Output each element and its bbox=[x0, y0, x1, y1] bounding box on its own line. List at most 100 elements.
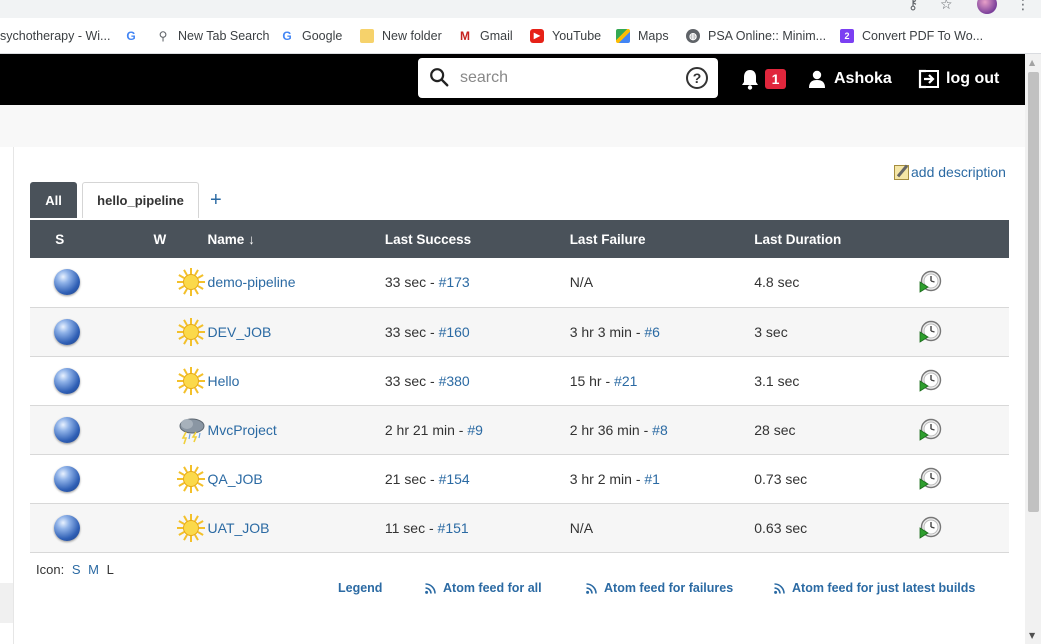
logout-link[interactable]: log out bbox=[918, 67, 999, 91]
run-cell bbox=[918, 307, 1009, 356]
storm-weather-icon[interactable] bbox=[176, 415, 208, 445]
table-row: QA_JOB 21 sec - #154 3 hr 2 min - #1 0.7… bbox=[30, 454, 1009, 503]
gmail-icon: M bbox=[460, 29, 470, 43]
blue-ball-status-icon[interactable] bbox=[54, 416, 81, 443]
rss-feed-icon bbox=[425, 582, 436, 594]
last-success-cell: 33 sec - #160 bbox=[385, 307, 570, 356]
bookmark-psa-online[interactable]: ◍ PSA Online:: Minim... bbox=[686, 27, 826, 45]
job-name-link[interactable]: DEV_JOB bbox=[208, 324, 272, 340]
globe-icon: ◍ bbox=[686, 29, 700, 43]
last-success-time: 2 hr 21 min - bbox=[384, 421, 468, 438]
weather-cell bbox=[90, 307, 208, 356]
atom-feed-all-link[interactable]: Atom feed for all bbox=[425, 581, 542, 595]
scrollbar-thumb[interactable] bbox=[1028, 72, 1039, 512]
sunny-weather-icon[interactable] bbox=[176, 317, 206, 347]
bookmark-psychotherapy[interactable]: sychotherapy - Wi... bbox=[0, 27, 110, 45]
bookmark-new-tab-search[interactable]: ⚲ New Tab Search bbox=[156, 27, 270, 45]
rss-feed-icon bbox=[586, 582, 597, 594]
last-failure-time: 3 hr 2 min - bbox=[569, 470, 645, 487]
last-duration-cell: 4.8 sec bbox=[754, 258, 917, 307]
job-name-link[interactable]: QA_JOB bbox=[208, 471, 263, 487]
sunny-weather-icon[interactable] bbox=[176, 464, 206, 494]
icon-size-large: L bbox=[106, 562, 114, 577]
blue-ball-status-icon[interactable] bbox=[54, 514, 81, 541]
last-duration-cell: 0.73 sec bbox=[754, 454, 917, 503]
help-icon[interactable]: ? bbox=[686, 67, 708, 89]
bookmark-maps[interactable]: Maps bbox=[616, 27, 669, 45]
bookmark-google[interactable]: G Google bbox=[280, 27, 342, 45]
job-name-link[interactable]: MvcProject bbox=[208, 422, 277, 438]
column-status[interactable]: S bbox=[30, 220, 90, 258]
bookmark-new-folder[interactable]: New folder bbox=[360, 27, 442, 45]
kebab-menu-icon[interactable]: ⋮ bbox=[1016, 0, 1030, 13]
schedule-build-icon[interactable] bbox=[918, 320, 942, 344]
last-failure-time: 3 hr 3 min - bbox=[569, 323, 645, 340]
bookmark-google-shortcut[interactable]: G bbox=[124, 27, 146, 45]
job-name-link[interactable]: Hello bbox=[208, 373, 240, 389]
key-icon[interactable]: ⚷ bbox=[908, 0, 918, 13]
scroll-up-arrow-icon[interactable]: ▲ bbox=[1029, 58, 1035, 67]
bell-icon[interactable] bbox=[740, 68, 760, 90]
last-failure-build-link[interactable]: #8 bbox=[652, 422, 668, 438]
atom-feed-latest-builds-link[interactable]: Atom feed for just latest builds bbox=[774, 581, 975, 595]
job-name-link[interactable]: UAT_JOB bbox=[208, 520, 270, 536]
icon-size-small[interactable]: S bbox=[72, 562, 81, 577]
last-failure-cell: 15 hr - #21 bbox=[570, 356, 755, 405]
bookmark-youtube[interactable]: ▶ YouTube bbox=[530, 27, 601, 45]
table-header-row: S W Name ↓ Last Success Last Failure Las… bbox=[30, 220, 1009, 258]
last-duration-value: 0.63 sec bbox=[754, 519, 808, 536]
schedule-build-icon[interactable] bbox=[918, 516, 942, 540]
sunny-weather-icon[interactable] bbox=[176, 366, 206, 396]
column-last-success[interactable]: Last Success bbox=[385, 220, 570, 258]
bookmark-convert-pdf[interactable]: 2 Convert PDF To Wo... bbox=[840, 27, 983, 45]
last-success-build-link[interactable]: #151 bbox=[438, 520, 469, 536]
notification-badge[interactable]: 1 bbox=[765, 69, 786, 89]
last-duration-value: 3 sec bbox=[754, 323, 788, 340]
sunny-weather-icon[interactable] bbox=[176, 267, 206, 297]
schedule-build-icon[interactable] bbox=[918, 467, 942, 491]
last-success-build-link[interactable]: #154 bbox=[439, 471, 470, 487]
table-row: UAT_JOB 11 sec - #151 N/A 0.63 sec bbox=[30, 503, 1009, 552]
icon-size-medium[interactable]: M bbox=[88, 562, 99, 577]
last-success-build-link[interactable]: #173 bbox=[439, 274, 470, 290]
column-name[interactable]: Name ↓ bbox=[208, 220, 385, 258]
search-input[interactable] bbox=[460, 66, 680, 90]
bookmark-gmail[interactable]: M Gmail bbox=[458, 27, 513, 45]
last-failure-build-link[interactable]: #21 bbox=[614, 373, 637, 389]
blue-ball-status-icon[interactable] bbox=[54, 465, 81, 492]
sunny-weather-icon[interactable] bbox=[176, 513, 206, 543]
schedule-build-icon[interactable] bbox=[918, 418, 942, 442]
schedule-build-icon[interactable] bbox=[918, 369, 942, 393]
star-icon[interactable]: ☆ bbox=[940, 0, 953, 13]
name-cell: QA_JOB bbox=[208, 454, 385, 503]
schedule-build-icon[interactable] bbox=[918, 270, 942, 294]
run-cell bbox=[918, 503, 1009, 552]
legend-link[interactable]: Legend bbox=[338, 581, 382, 595]
last-failure-build-link[interactable]: #6 bbox=[644, 324, 660, 340]
add-view-button[interactable]: + bbox=[210, 190, 222, 210]
browser-toolbar: ⚷ ☆ ⋮ bbox=[0, 0, 1041, 18]
job-name-link[interactable]: demo-pipeline bbox=[208, 274, 296, 290]
last-success-build-link[interactable]: #9 bbox=[467, 422, 483, 438]
tab-hello-pipeline[interactable]: hello_pipeline bbox=[82, 182, 199, 218]
column-weather[interactable]: W bbox=[90, 220, 208, 258]
weather-cell bbox=[90, 356, 208, 405]
last-success-build-link[interactable]: #380 bbox=[439, 373, 470, 389]
blue-ball-status-icon[interactable] bbox=[54, 367, 81, 394]
add-description-link[interactable]: add description bbox=[894, 164, 1006, 180]
atom-feed-failures-link[interactable]: Atom feed for failures bbox=[586, 581, 733, 595]
bookmarks-bar: sychotherapy - Wi... G ⚲ New Tab Search … bbox=[0, 18, 1041, 54]
blue-ball-status-icon[interactable] bbox=[54, 318, 81, 345]
scroll-down-arrow-icon[interactable]: ▼ bbox=[1029, 631, 1035, 640]
blue-ball-status-icon[interactable] bbox=[54, 269, 81, 296]
last-failure-build-link[interactable]: #1 bbox=[644, 471, 660, 487]
column-last-failure[interactable]: Last Failure bbox=[570, 220, 755, 258]
tab-all[interactable]: All bbox=[30, 182, 77, 218]
last-success-build-link[interactable]: #160 bbox=[439, 324, 470, 340]
user-menu[interactable]: Ashoka bbox=[808, 67, 892, 91]
maps-icon bbox=[616, 29, 630, 43]
run-cell bbox=[918, 356, 1009, 405]
jenkins-header: ? 1 Ashoka log out bbox=[0, 54, 1025, 105]
column-last-duration[interactable]: Last Duration bbox=[754, 220, 917, 258]
profile-avatar[interactable] bbox=[977, 0, 997, 14]
